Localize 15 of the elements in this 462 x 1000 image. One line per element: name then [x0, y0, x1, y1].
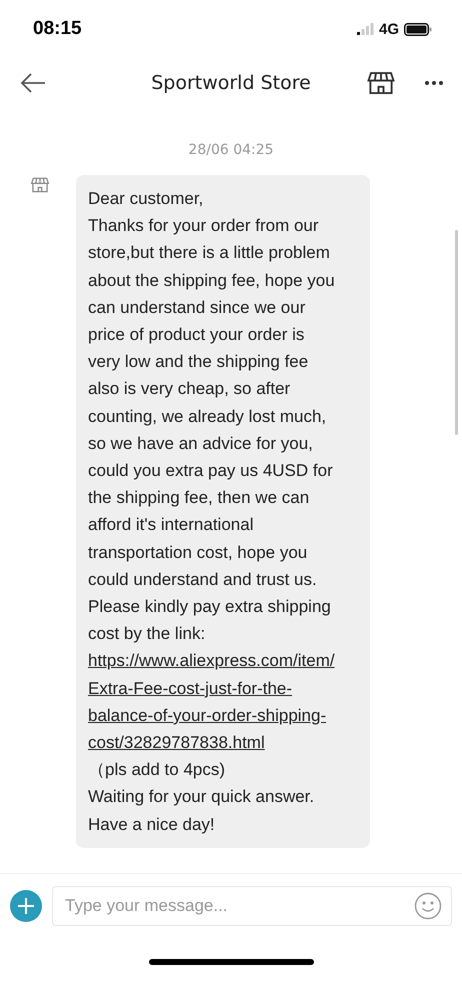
status-time: 08:15: [33, 18, 82, 40]
network-label: 4G: [378, 20, 399, 38]
payment-link[interactable]: https://www.aliexpress.com/item/Extra-Fee-cost-just-for-the-balance-of-your-order-shipping-cost/32829787838.html: [88, 647, 340, 756]
message-text: Dear customer, Thanks for your order from our store,but there is a little problem about the shipping fee, hope you can understand since we our price of product your order is very low and the shipping fee also is very cheap, so after counting, we already lost much, so we have an advice for you, could you extra pay us 4USD for the shipping fee, then we can afford it's international transportation cost, hope you could understand and trust us. Please kindly pay extra shipping cost by the link: https://www.aliexpress.com/item/Extra-Fee-cost-just-for-the-balance-of-your-order-shipping-cost/32829787838.html （pls add to 4pcs) Waiting for your quick answer. Have a nice day!: [88, 185, 340, 838]
store-icon: [30, 175, 50, 195]
add-button[interactable]: [10, 890, 42, 922]
emoji-icon[interactable]: [414, 892, 442, 920]
battery-icon: [404, 22, 432, 36]
plus-icon: [17, 897, 35, 915]
store-title: Sportworld Store: [150, 72, 312, 94]
more-button[interactable]: [424, 80, 444, 86]
message-timestamp: 28/06 04:25: [187, 142, 275, 158]
signal-icon: [356, 23, 374, 35]
message-input[interactable]: Type your message...: [52, 886, 452, 926]
back-button[interactable]: [20, 73, 46, 93]
